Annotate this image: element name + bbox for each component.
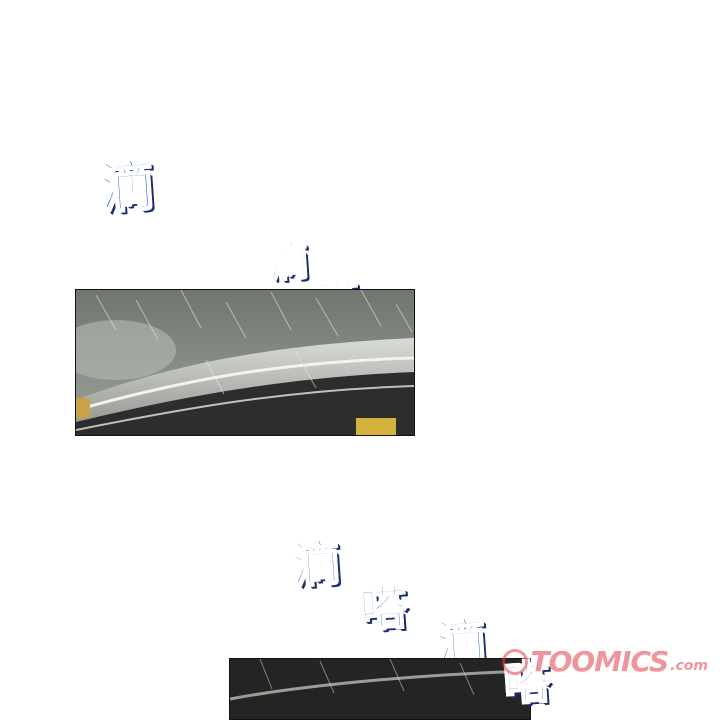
panel-dark-car-window [229,658,531,720]
sfx-drip-2: 滴 [266,237,311,287]
toomics-logo-icon [502,648,529,675]
sfx-drip-1: 滴 [97,152,157,220]
car-window-illustration [230,659,530,719]
panel-rainy-car-roof [75,289,415,436]
sfx-tap-3: 嗒 [357,579,408,638]
watermark-suffix: .com [670,658,708,674]
car-roof-illustration [76,290,414,435]
toomics-watermark: TOOMICS .com [502,645,708,678]
watermark-brand: TOOMICS [530,645,669,678]
sfx-drip-3: 滴 [289,534,342,595]
